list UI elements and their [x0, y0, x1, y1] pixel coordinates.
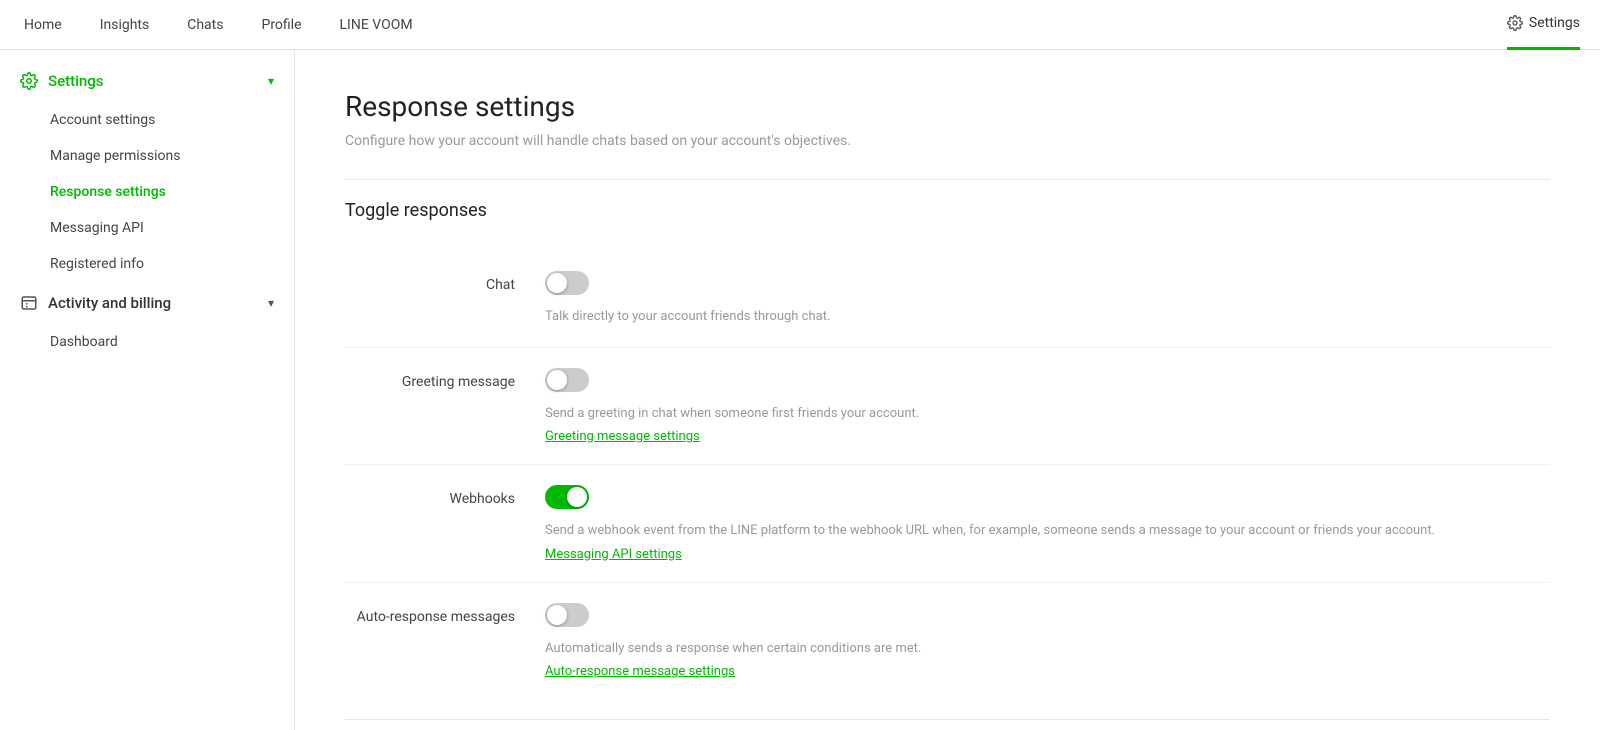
settings-gear-icon — [20, 72, 38, 90]
toggle-desc-3: Automatically sends a response when cert… — [545, 639, 1550, 659]
toggle-desc-1: Send a greeting in chat when someone fir… — [545, 404, 1550, 424]
toggle-label-2: Webhooks — [345, 485, 545, 507]
toggle-content-3: Automatically sends a response when cert… — [545, 603, 1550, 680]
sidebar-billing-header-left: Activity and billing — [20, 294, 171, 312]
top-nav: Home Insights Chats Profile LINE VOOM Se… — [0, 0, 1600, 50]
sidebar-billing-header[interactable]: Activity and billing ▾ — [0, 282, 294, 324]
section-title: Toggle responses — [345, 200, 1550, 221]
sidebar-settings-header-left: Settings — [20, 72, 104, 90]
nav-insights[interactable]: Insights — [96, 0, 154, 50]
sidebar-item-account-settings[interactable]: Account settings — [0, 102, 294, 138]
toggle-content-2: Send a webhook event from the LINE platf… — [545, 485, 1550, 562]
sidebar: Settings ▾ Account settings Manage permi… — [0, 50, 295, 730]
sidebar-item-manage-permissions[interactable]: Manage permissions — [0, 138, 294, 174]
toggle-desc-0: Talk directly to your account friends th… — [545, 307, 1550, 327]
bottom-divider — [345, 719, 1550, 720]
toggle-switch-3[interactable] — [545, 603, 589, 627]
toggle-label-1: Greeting message — [345, 368, 545, 390]
gear-icon — [1507, 15, 1523, 31]
nav-profile[interactable]: Profile — [257, 0, 305, 50]
toggle-label-0: Chat — [345, 271, 545, 293]
page-title: Response settings — [345, 90, 1550, 123]
toggle-switch-2[interactable] — [545, 485, 589, 509]
toggle-content-0: Talk directly to your account friends th… — [545, 271, 1550, 327]
nav-home[interactable]: Home — [20, 0, 66, 50]
sidebar-settings-title: Settings — [48, 72, 104, 90]
toggle-label-3: Auto-response messages — [345, 603, 545, 625]
nav-line-voom[interactable]: LINE VOOM — [336, 0, 417, 50]
sidebar-settings-header[interactable]: Settings ▾ — [0, 60, 294, 102]
page-subtitle: Configure how your account will handle c… — [345, 133, 1550, 149]
toggle-link-2[interactable]: Messaging API settings — [545, 547, 682, 562]
toggle-link-1[interactable]: Greeting message settings — [545, 429, 700, 444]
settings-label: Settings — [1529, 15, 1580, 31]
sidebar-billing-title: Activity and billing — [48, 294, 171, 312]
toggle-switch-1[interactable] — [545, 368, 589, 392]
billing-chevron-icon: ▾ — [268, 296, 274, 310]
main-content: Response settings Configure how your acc… — [295, 50, 1600, 730]
toggle-row-2: WebhooksSend a webhook event from the LI… — [345, 465, 1550, 583]
toggle-content-1: Send a greeting in chat when someone fir… — [545, 368, 1550, 445]
title-divider — [345, 179, 1550, 180]
nav-chats[interactable]: Chats — [183, 0, 227, 50]
toggle-row-3: Auto-response messagesAutomatically send… — [345, 583, 1550, 700]
toggles-container: ChatTalk directly to your account friend… — [345, 251, 1550, 699]
toggle-row-1: Greeting messageSend a greeting in chat … — [345, 348, 1550, 466]
sidebar-item-response-settings[interactable]: Response settings — [0, 174, 294, 210]
sidebar-item-dashboard[interactable]: Dashboard — [0, 324, 294, 360]
nav-left: Home Insights Chats Profile LINE VOOM — [20, 0, 417, 50]
nav-right: Settings — [1507, 0, 1580, 50]
sidebar-item-messaging-api[interactable]: Messaging API — [0, 210, 294, 246]
toggle-link-3[interactable]: Auto-response message settings — [545, 664, 735, 679]
nav-settings[interactable]: Settings — [1507, 0, 1580, 50]
toggle-switch-0[interactable] — [545, 271, 589, 295]
settings-chevron-icon: ▾ — [268, 74, 274, 88]
main-layout: Settings ▾ Account settings Manage permi… — [0, 50, 1600, 730]
toggle-row-0: ChatTalk directly to your account friend… — [345, 251, 1550, 348]
billing-icon — [20, 294, 38, 312]
toggle-desc-2: Send a webhook event from the LINE platf… — [545, 521, 1550, 541]
sidebar-item-registered-info[interactable]: Registered info — [0, 246, 294, 282]
